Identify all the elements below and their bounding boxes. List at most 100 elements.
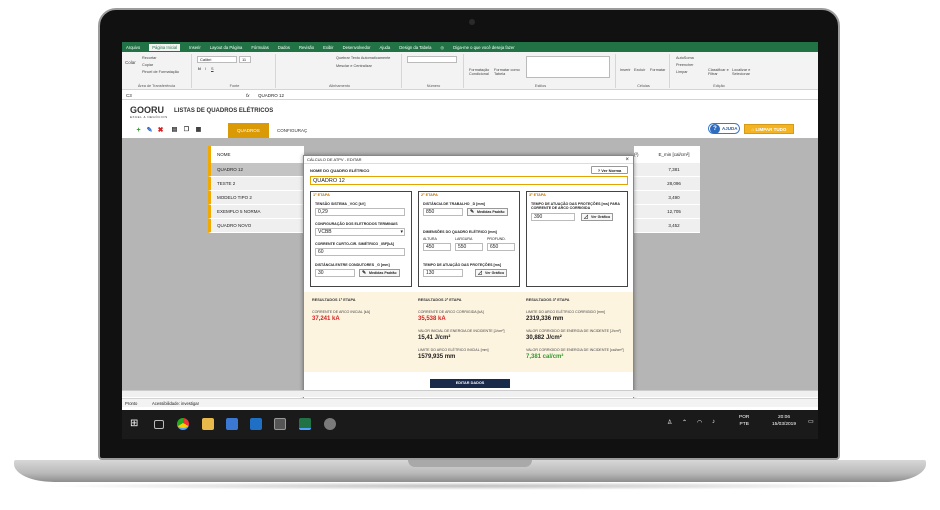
list-item[interactable]: TESTE 2	[208, 177, 304, 191]
cut-button[interactable]: Recortar	[142, 56, 157, 60]
sheet-area: GOORU EXCEL & NEGÓCIOS LISTAS DE QUADROS …	[122, 100, 818, 399]
paste-button[interactable]: Colar	[125, 60, 136, 65]
sort-filter-button[interactable]: Classificar e Filtrar	[708, 68, 730, 76]
tab-layout[interactable]: Layout da Página	[210, 45, 243, 50]
tell-me-box[interactable]: Diga-me o que você deseja fazer	[453, 45, 514, 50]
horizontal-scrollbar[interactable]	[122, 390, 818, 397]
help-button[interactable]: ? AJUDA	[708, 123, 740, 134]
ver-grafico-button-3[interactable]: ◿ Ver Gráfico	[581, 213, 614, 221]
medidas-padrao-button-1[interactable]: ✎ Medidas Padrão	[359, 269, 400, 277]
people-icon[interactable]: ♙	[667, 419, 672, 426]
format-table-button[interactable]: Formatar como Tabela	[494, 68, 522, 76]
tab-design-tabela[interactable]: Design da Tabela	[399, 45, 431, 50]
tempo2-input[interactable]: 130	[423, 269, 463, 277]
altura-input[interactable]: 450	[423, 243, 451, 251]
dist-input[interactable]: 30	[315, 269, 355, 277]
quadros-list: NOME QUADRO 12 TESTE 2 MODELO TIPO 2 EXE…	[208, 146, 304, 233]
merge-center-button[interactable]: Mesclar e Centralizar	[336, 64, 372, 68]
styles-gallery[interactable]	[526, 56, 610, 78]
tab-ajuda[interactable]: Ajuda	[380, 45, 391, 50]
tensao-input[interactable]: 0,29	[315, 208, 405, 216]
language-indicator[interactable]: POR PTB	[739, 414, 749, 428]
wrap-text-button[interactable]: Quebrar Texto Automaticamente	[336, 56, 390, 60]
clear-all-button[interactable]: ⌂ LIMPAR TUDO	[744, 124, 794, 134]
list-item[interactable]: QUADRO NOVO	[208, 219, 304, 233]
tab-dados[interactable]: Dados	[278, 45, 290, 50]
document-icon[interactable]: ▤	[170, 126, 179, 135]
mail-icon[interactable]	[226, 418, 238, 430]
ver-norma-button[interactable]: ? Ver Norma	[591, 166, 628, 174]
copy-icon[interactable]: ❐	[182, 126, 191, 135]
edit-icon[interactable]: ✎	[145, 126, 154, 135]
copy-button[interactable]: Copiar	[142, 63, 153, 67]
tab-desenvolvedor[interactable]: Desenvolvedor	[343, 45, 371, 50]
tab-pagina-inicial[interactable]: Página Inicial	[149, 43, 181, 51]
wifi-icon[interactable]: ◠	[697, 419, 702, 426]
delete-icon[interactable]: ✖	[156, 126, 165, 135]
ver-grafico-button-2[interactable]: ◿ Ver Gráfico	[475, 269, 508, 277]
list-item[interactable]: EXEMPLO 5 NORMA	[208, 205, 304, 219]
tab-quadros[interactable]: QUADROS	[228, 123, 269, 138]
notification-icon[interactable]: ▭	[808, 418, 814, 425]
list-item[interactable]: MODELO TIPO 2	[208, 191, 304, 205]
chevron-up-icon[interactable]: ⌃	[682, 419, 687, 426]
delete-cells-button[interactable]: Excluir	[634, 68, 645, 72]
corrente-input[interactable]: 60	[315, 248, 405, 256]
italic-button[interactable]: I	[205, 67, 206, 71]
find-select-button[interactable]: Localizar e Selecionar	[732, 68, 756, 76]
tempo3-input[interactable]: 390	[531, 213, 575, 221]
calculator-icon[interactable]	[274, 418, 286, 430]
fill-button[interactable]: Preencher	[676, 63, 694, 67]
task-view-icon[interactable]	[154, 420, 164, 429]
windows-start-icon[interactable]: ⊞	[130, 418, 142, 430]
largura-input[interactable]: 550	[455, 243, 483, 251]
formula-input[interactable]: QUADRO 12	[258, 91, 284, 100]
number-format-box[interactable]	[407, 56, 457, 63]
format-cells-button[interactable]: Formatar	[650, 68, 665, 72]
tab-configuracoes[interactable]: CONFIGURAÇ	[268, 123, 316, 138]
lightbulb-icon: ◎	[440, 44, 445, 50]
name-box[interactable]: C3	[126, 91, 132, 100]
add-icon[interactable]: +	[134, 126, 143, 135]
cells-group: Inserir Excluir Formatar Células	[618, 54, 670, 88]
tab-inserir[interactable]: Inserir	[189, 45, 201, 50]
app-icon[interactable]	[324, 418, 336, 430]
tab-arquivo[interactable]: Arquivo	[126, 45, 140, 50]
trabalho-input[interactable]: 850	[423, 208, 463, 216]
excel-icon[interactable]	[299, 418, 311, 430]
report-icon[interactable]: ▦	[194, 126, 203, 135]
config-select[interactable]: VCBB ▾	[315, 228, 405, 236]
file-explorer-icon[interactable]	[202, 418, 214, 430]
tab-exibir[interactable]: Exibir	[323, 45, 333, 50]
name-input[interactable]: QUADRO 12	[310, 176, 628, 185]
clipboard-label: Área de Transferência	[137, 84, 176, 88]
editar-dados-button[interactable]: EDITAR DADOS	[430, 379, 510, 388]
font-size-box[interactable]: 11	[239, 56, 251, 63]
results-panel: RESULTADOS 1ª ETAPA CORRENTE DE ARCO INI…	[304, 292, 633, 372]
autosum-button[interactable]: AutoSoma	[676, 56, 694, 60]
bold-button[interactable]: N	[198, 67, 201, 71]
clear-button[interactable]: Limpar	[676, 70, 688, 74]
prof-input[interactable]: 650	[487, 243, 515, 251]
status-accessibility[interactable]: Acessibilidade: investigar	[152, 399, 199, 408]
format-painter-button[interactable]: Pincel de Formatação	[142, 70, 179, 74]
tab-formulas[interactable]: Fórmulas	[251, 45, 268, 50]
etapa1-panel: 1ª ETAPA TENSÃO SISTEMA _VOC [kV] 0,29 C…	[310, 191, 412, 287]
tab-revisao[interactable]: Revisão	[299, 45, 314, 50]
conditional-format-button[interactable]: Formatação Condicional	[469, 68, 491, 76]
ruler-icon: ✎	[362, 270, 367, 276]
close-icon[interactable]: ×	[625, 156, 629, 164]
clock[interactable]: 20:06 15/03/2019	[772, 414, 796, 428]
font-name-box[interactable]: Calibri	[197, 56, 237, 63]
medidas-padrao-button-2[interactable]: ✎ Medidas Padrão	[467, 208, 508, 216]
chrome-icon[interactable]	[177, 418, 189, 430]
clock-time: 20:06	[778, 415, 791, 420]
emin-cell: 3,490	[648, 191, 700, 205]
trabalho-label: DISTÂNCIA DE TRABALHO _D [mm]	[423, 202, 485, 206]
list-item[interactable]: QUADRO 12	[208, 163, 304, 177]
outlook-icon[interactable]	[250, 418, 262, 430]
ver-norma-label: Ver Norma	[601, 168, 622, 173]
volume-icon[interactable]: ♪	[712, 419, 715, 425]
underline-button[interactable]: S	[211, 67, 214, 71]
insert-cells-button[interactable]: Inserir	[620, 68, 631, 72]
